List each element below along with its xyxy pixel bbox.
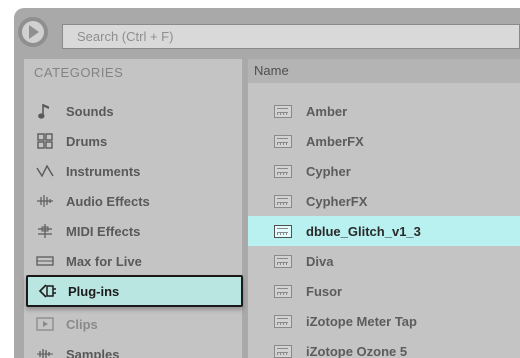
vst-plugin-icon bbox=[274, 254, 292, 268]
vst-plugin-icon bbox=[274, 104, 292, 118]
list-item-label: dblue_Glitch_v1_3 bbox=[306, 223, 421, 239]
vst-plugin-icon bbox=[274, 224, 292, 238]
category-instruments[interactable]: Instruments bbox=[24, 156, 242, 186]
list-item-label: Cypher bbox=[306, 163, 351, 179]
list-item-label: Amber bbox=[306, 103, 348, 119]
category-label: Drums bbox=[66, 133, 108, 149]
list-item[interactable]: iZotope Meter Tap bbox=[248, 306, 520, 336]
drum-grid-icon bbox=[36, 132, 54, 150]
category-label: Sounds bbox=[66, 103, 114, 119]
list-item-label: iZotope Ozone 5 bbox=[306, 343, 408, 358]
max-for-live-icon bbox=[36, 252, 54, 270]
list-item-label: Fusor bbox=[306, 283, 343, 299]
vst-plugin-icon bbox=[274, 284, 292, 298]
category-label: Max for Live bbox=[66, 253, 142, 269]
clip-icon bbox=[36, 315, 54, 333]
list-item[interactable]: AmberFX bbox=[248, 126, 520, 156]
category-midi-effects[interactable]: MIDI Effects bbox=[24, 216, 242, 246]
name-column-header[interactable]: Name bbox=[248, 59, 520, 83]
category-label: Plug-ins bbox=[68, 283, 120, 299]
list-item-selected[interactable]: dblue_Glitch_v1_3 bbox=[248, 216, 520, 246]
categories-header: CATEGORIES bbox=[34, 65, 124, 80]
vst-plugin-icon bbox=[274, 194, 292, 208]
list-item[interactable]: iZotope Ozone 5 bbox=[248, 336, 520, 358]
midi-effects-icon bbox=[36, 222, 54, 240]
category-clips[interactable]: Clips bbox=[24, 309, 242, 339]
audio-effects-icon bbox=[36, 192, 54, 210]
category-max-for-live[interactable]: Max for Live bbox=[24, 246, 242, 276]
category-drums[interactable]: Drums bbox=[24, 126, 242, 156]
category-plug-ins[interactable]: Plug-ins bbox=[26, 275, 243, 307]
list-item[interactable]: Cypher bbox=[248, 156, 520, 186]
play-icon bbox=[29, 25, 39, 39]
category-label: Clips bbox=[66, 316, 98, 332]
category-label: Samples bbox=[66, 346, 120, 358]
vst-plugin-icon bbox=[274, 164, 292, 178]
vst-plugin-icon bbox=[274, 314, 292, 328]
category-label: Instruments bbox=[66, 163, 141, 179]
list-item-label: iZotope Meter Tap bbox=[306, 313, 417, 329]
list-item-label: CypherFX bbox=[306, 193, 368, 209]
browser-panel: CATEGORIES Sounds Drums Instruments Audi… bbox=[14, 8, 520, 358]
list-item-label: Diva bbox=[306, 253, 334, 269]
category-sounds[interactable]: Sounds bbox=[24, 96, 242, 126]
list-item[interactable]: CypherFX bbox=[248, 186, 520, 216]
categories-panel: CATEGORIES Sounds Drums Instruments Audi… bbox=[24, 59, 243, 358]
music-note-icon bbox=[36, 102, 54, 120]
plugin-icon bbox=[38, 282, 56, 300]
sample-waveform-icon bbox=[36, 345, 54, 358]
search-input[interactable] bbox=[63, 25, 519, 48]
items-panel: Name Amber AmberFX Cypher CypherFX dblue… bbox=[248, 59, 520, 358]
list-item[interactable]: Fusor bbox=[248, 276, 520, 306]
category-audio-effects[interactable]: Audio Effects bbox=[24, 186, 242, 216]
waveform-icon bbox=[36, 162, 54, 180]
category-label: Audio Effects bbox=[66, 193, 150, 209]
vst-plugin-icon bbox=[274, 344, 292, 358]
preview-play-button[interactable] bbox=[18, 17, 48, 47]
category-label: MIDI Effects bbox=[66, 223, 141, 239]
category-samples[interactable]: Samples bbox=[24, 339, 242, 358]
search-box[interactable] bbox=[62, 24, 520, 49]
list-item[interactable]: Diva bbox=[248, 246, 520, 276]
list-item[interactable]: Amber bbox=[248, 96, 520, 126]
vst-plugin-icon bbox=[274, 134, 292, 148]
list-item-label: AmberFX bbox=[306, 133, 364, 149]
